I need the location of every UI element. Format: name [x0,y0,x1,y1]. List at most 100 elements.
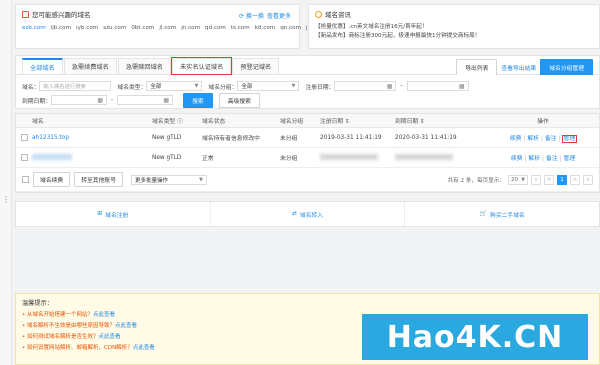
tab-preregistered[interactable]: 预登记域名 [232,58,280,74]
type-label: 域名类型： [117,84,147,91]
tab-renew-urgent[interactable]: 急需续费域名 [63,58,117,74]
cube-icon [22,10,29,18]
chevron-down-icon: ▼ [291,83,296,89]
domain-table: 域名 域名类型 ⓘ 域名状态 域名分组 注册日期 ⇕ 到期日期 ⇕ 操作 ah1… [15,113,600,193]
manage-link[interactable]: 管理 [561,135,578,143]
buy-used-domain-link[interactable]: 🛒 购买二手域名 [405,202,599,226]
sort-icon: ⇕ [420,119,425,125]
view-export-link[interactable]: 查看导出结果 [501,63,536,72]
search-button[interactable]: 搜索 [183,92,213,108]
last-page-button[interactable]: » [583,174,593,185]
blurred-domain[interactable] [32,153,72,160]
view-more-link[interactable]: 查看更多 [267,11,291,20]
news-item[interactable]: 【新品发布】商标注册300元起，极速申报最快1分钟提交商标局！ [315,32,593,41]
export-list-button[interactable]: 导出列表 [456,59,498,76]
calendar-icon: ▦ [97,96,103,104]
dns-link[interactable]: 解析 [527,136,539,142]
row-checkbox[interactable] [16,134,32,141]
tab-all-domains[interactable]: 全部域名 [22,58,63,74]
col-status: 域名状态 [202,119,226,125]
filter-row-1: 域名： 输入域名进行搜索 域名类型： 全部 ▼ 域名分组： 全部 ▼ 注册日期： ▦… [22,80,593,92]
watermark-text: Hao4K.CN [386,319,564,355]
group-label: 域名分组： [208,84,238,91]
domain-link[interactable]: ah12315.top [32,135,69,141]
advanced-search-button[interactable]: 高级搜索 [218,92,260,108]
suggested-domain-link[interactable]: ijb.com [51,25,71,31]
register-icon: ⊞ [97,211,103,217]
table-row: ah12315.top New gTLD 域名持有者信息修改中 未分组 2019… [16,128,599,148]
manage-link[interactable]: 管理 [564,156,576,162]
tip-more-link[interactable]: 点此查看 [93,312,115,318]
transfer-in-link[interactable]: ⇄ 域名转入 [211,202,406,226]
row-actions: 续费 | 解析 | 备注 | 管理 [510,156,576,162]
tab-redeem-urgent[interactable]: 急需赎回域名 [117,58,171,74]
calendar-icon: ▦ [458,82,465,90]
col-reg-date[interactable]: 注册日期 ⇕ [320,116,395,125]
transfer-account-button[interactable]: 转至其他账号 [74,172,123,187]
drag-handle-icon[interactable]: ⋮ [2,195,10,204]
news-icon [315,10,322,18]
suggested-domain-link[interactable]: kd.com [255,25,276,31]
domain-search-input[interactable]: 输入域名进行搜索 [39,81,112,91]
bulk-renew-button[interactable]: 域名续费 [33,172,71,187]
help-icon: ⓘ [177,119,183,125]
register-domain-link[interactable]: ⊞ 域名注册 [16,202,211,226]
cell-group: 未分组 [280,136,298,142]
renew-link[interactable]: 续费 [511,156,523,162]
news-item[interactable]: 【抢量优惠】.cn英文域名注册16元/首年起！ [315,23,593,32]
suggested-domain-link[interactable]: iyb.com [76,25,98,31]
group-select[interactable]: 全部 ▼ [237,81,300,91]
prev-page-button[interactable]: < [544,174,554,185]
cell-type: New gTLD [152,134,182,141]
transfer-icon: ⇄ [291,211,297,217]
tab-unverified[interactable]: 未实名认证域名 [170,57,233,75]
renew-link[interactable]: 续费 [510,136,522,142]
exp-date-start[interactable]: ▦ [51,95,107,105]
tip-more-link[interactable]: 点此查看 [99,334,121,340]
pager-summary: 共有 2 条，每页显示： [447,177,505,184]
type-select[interactable]: 全部 ▼ [146,81,203,91]
tip-more-link[interactable]: 点此查看 [133,345,155,351]
refresh-link[interactable]: ⟳ 换一换 [239,11,264,20]
more-bulk-select[interactable]: 更多批量操作 ▼ [131,174,207,185]
note-link[interactable]: 备注 [545,136,557,142]
dns-link[interactable]: 解析 [528,156,540,162]
suggested-domain-link[interactable]: jl.com [159,25,176,31]
col-type[interactable]: 域名类型 ⓘ [152,116,202,125]
calendar-icon: ▦ [386,82,393,90]
exp-date-end[interactable]: ▦ [117,95,174,105]
suggested-domain-link[interactable]: ts.com [231,25,250,31]
toolbar: 导出列表 查看导出结果 域名分组管理 [456,59,593,76]
tip-more-link[interactable]: 点此查看 [115,323,137,329]
per-page-select[interactable]: 20 ▼ [508,174,528,185]
pagination: 共有 2 条，每页显示： 20 ▼ « < 1 > » [447,174,593,185]
quick-actions: ⊞ 域名注册 ⇄ 域名转入 🛒 购买二手域名 [15,201,600,227]
row-checkbox[interactable] [16,154,32,161]
blurred-exp-date [395,153,453,160]
suggested-domain-link[interactable]: szu.com [103,25,126,31]
note-link[interactable]: 备注 [546,156,558,162]
filter-row-2: 到期日期： ▦ - ▦ 搜索 高级搜索 [22,92,593,108]
news-panel: 域名资讯 【抢量优惠】.cn英文域名注册16元/首年起！ 【新品发布】商标注册3… [308,4,600,49]
main-content: 您可能感兴趣的域名 ⟳ 换一换 查看更多 ezb.com ijb.com iyb.c… [15,4,600,227]
suggested-domain-link[interactable]: ezb.com [22,25,46,31]
first-page-button[interactable]: « [531,174,541,185]
left-collapse-strip[interactable]: ⋮ [0,0,12,365]
col-exp-date[interactable]: 到期日期 ⇕ [395,116,487,125]
interest-title-text: 您可能感兴趣的域名 [32,11,91,19]
reg-date-start[interactable]: ▦ [334,81,397,91]
date-dash: - [111,97,114,103]
current-page[interactable]: 1 [557,174,567,185]
bulk-bar: 域名续费 转至其他账号 更多批量操作 ▼ 共有 2 条，每页显示： 20 ▼ « <… [16,168,599,192]
select-all-checkbox[interactable] [22,176,29,183]
table-row: New gTLD 正常 未分组 续费 | 解析 | 备注 | 管理 [16,148,599,168]
reg-date-end[interactable]: ▦ [406,81,469,91]
cell-reg-date: 2019-03-31 11:41:19 [320,134,382,141]
reg-date-label: 注册日期： [305,84,335,91]
suggested-domain-link[interactable]: jn.com [181,25,200,31]
group-manage-button[interactable]: 域名分组管理 [540,59,593,76]
suggested-domain-link[interactable]: qd.com [205,25,226,31]
next-page-button[interactable]: > [570,174,580,185]
suggested-domain-link[interactable]: qn.com [280,25,301,31]
suggested-domain-link[interactable]: 0bt.com [131,25,154,31]
